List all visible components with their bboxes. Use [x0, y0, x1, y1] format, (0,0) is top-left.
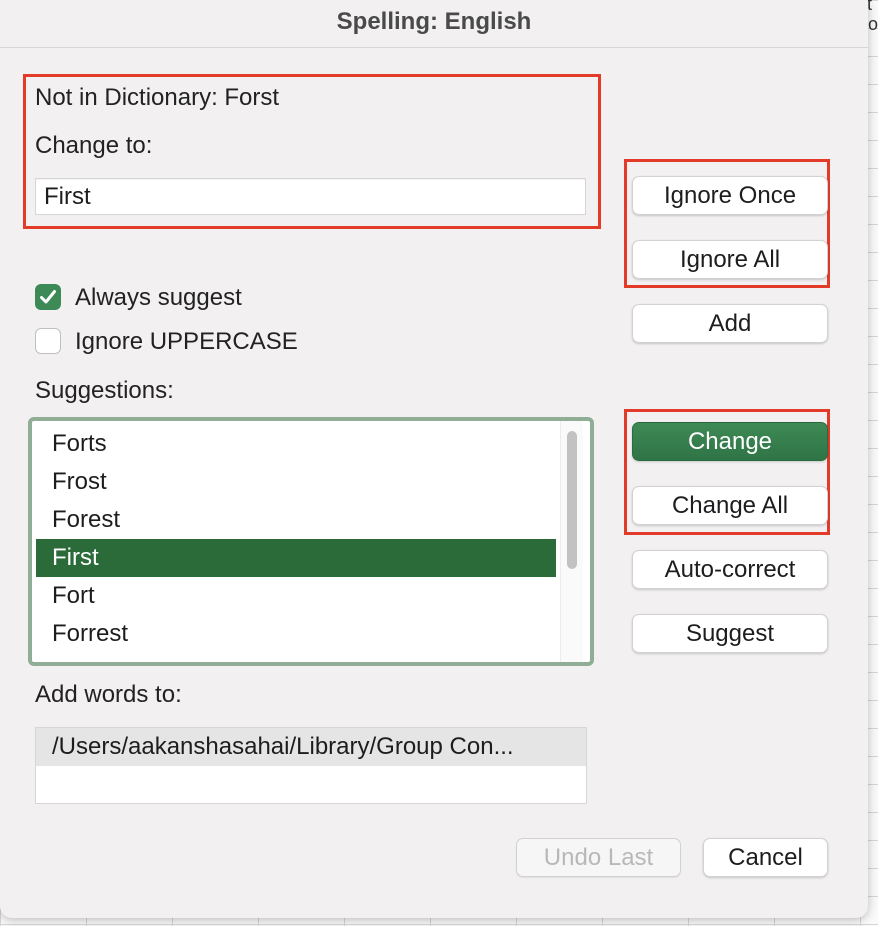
ignore-all-button[interactable]: Ignore All — [632, 240, 828, 279]
add-button[interactable]: Add — [632, 304, 828, 343]
change-to-label: Change to: — [35, 132, 153, 159]
dictionary-list[interactable]: /Users/aakanshasahai/Library/Group Con..… — [35, 727, 587, 804]
change-to-input[interactable] — [35, 178, 586, 215]
suggestions-scrollbar[interactable] — [560, 421, 583, 662]
suggestion-item[interactable]: Forrest — [36, 615, 556, 653]
cancel-button[interactable]: Cancel — [703, 838, 828, 877]
checkmark-icon — [40, 290, 56, 304]
suggestions-label: Suggestions: — [35, 377, 174, 404]
suggestion-item[interactable]: Forts — [36, 425, 556, 463]
title-separator — [0, 47, 868, 48]
ignore-uppercase-label[interactable]: Ignore UPPERCASE — [75, 328, 298, 356]
undo-last-button[interactable]: Undo Last — [516, 838, 681, 877]
dialog-title: Spelling: English — [336, 8, 532, 35]
ignore-uppercase-checkbox[interactable] — [35, 328, 61, 354]
change-all-button[interactable]: Change All — [632, 486, 828, 525]
change-button[interactable]: Change — [632, 422, 828, 461]
ignore-once-button[interactable]: Ignore Once — [632, 176, 828, 215]
suggestion-item[interactable]: Fort — [36, 577, 556, 615]
suggestion-item[interactable]: Frost — [36, 463, 556, 501]
suggestion-item-selected[interactable]: First — [36, 539, 556, 577]
add-words-label: Add words to: — [35, 681, 182, 708]
always-suggest-label[interactable]: Always suggest — [75, 284, 242, 312]
suggestion-item[interactable]: Forest — [36, 501, 556, 539]
spelling-dialog: Spelling: English Not in Dictionary: For… — [0, 0, 868, 918]
suggestions-list[interactable]: Forts Frost Forest First Fort Forrest — [28, 417, 594, 666]
suggest-button[interactable]: Suggest — [632, 614, 828, 653]
dictionary-path-item[interactable]: /Users/aakanshasahai/Library/Group Con..… — [36, 728, 586, 766]
always-suggest-checkbox[interactable] — [35, 284, 61, 310]
not-in-dictionary-label: Not in Dictionary: Forst — [35, 84, 280, 111]
auto-correct-button[interactable]: Auto-correct — [632, 550, 828, 589]
scrollbar-thumb[interactable] — [567, 431, 577, 569]
